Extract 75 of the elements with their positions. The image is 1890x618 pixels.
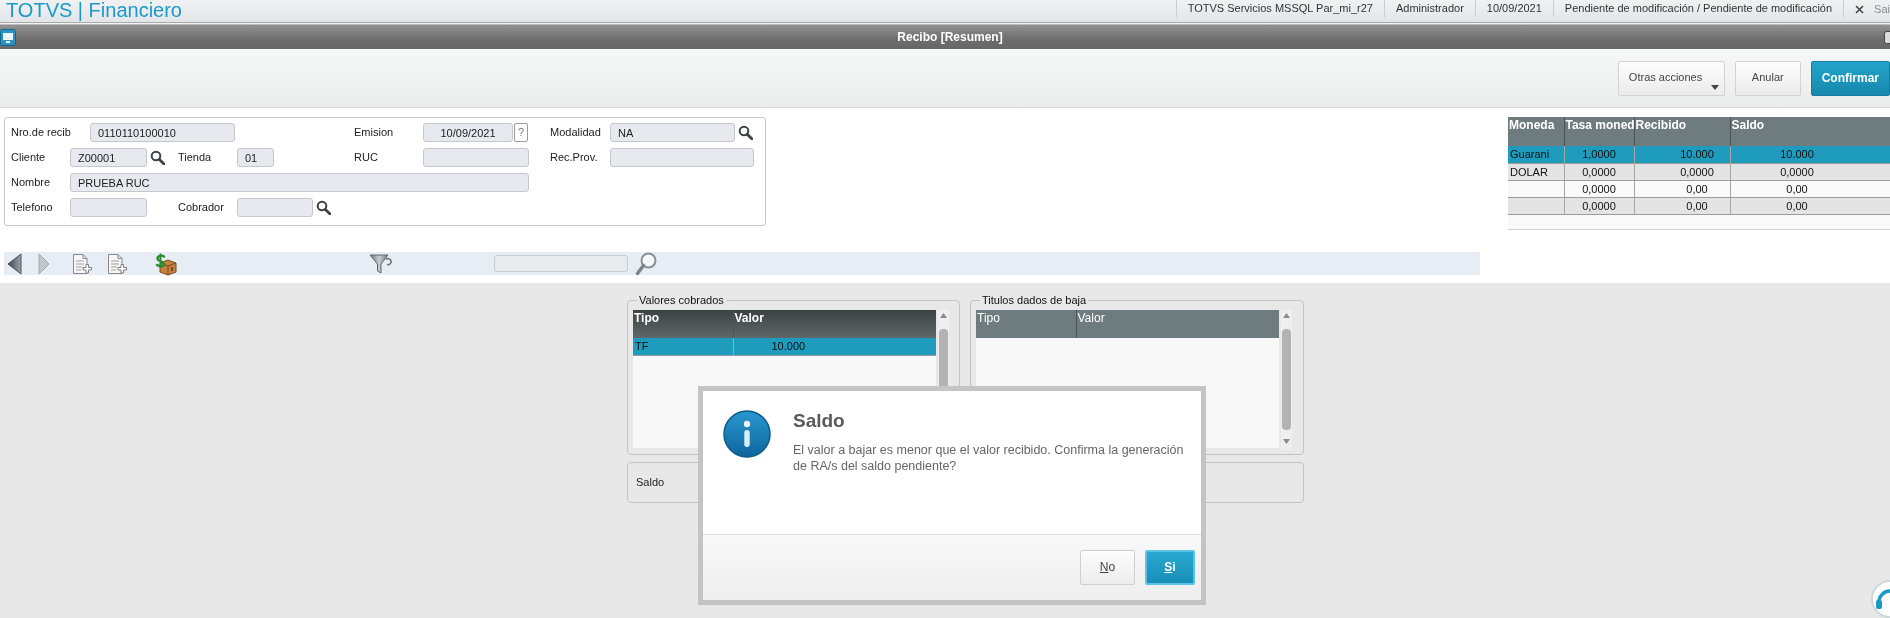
input-field[interactable]: 01 — [237, 148, 274, 167]
table-row[interactable]: TF 10.000 — [633, 338, 936, 355]
table-cell: DOLAR — [1508, 163, 1564, 180]
field-label: Saldo — [636, 475, 665, 490]
help-button[interactable]: ? — [514, 123, 528, 142]
search-icon[interactable] — [150, 150, 165, 165]
table-cell: 10.000 — [1730, 146, 1890, 163]
table-cell: 10.000 — [733, 338, 936, 355]
search-field[interactable] — [494, 255, 628, 272]
field-label: Cobrador — [178, 200, 224, 215]
field-label: Nro.de recib — [11, 125, 71, 140]
table-cell: 0,0000 — [1564, 180, 1634, 197]
table-cell: Guarani — [1508, 146, 1564, 163]
input-field[interactable] — [237, 198, 313, 217]
table-cell: 0,0000 — [1564, 197, 1634, 214]
table-cell: 0,00 — [1730, 180, 1890, 197]
window-title: Recibo [Resumen] — [896, 29, 1004, 45]
field-label: Nombre — [11, 175, 51, 190]
scrollbar-thumb[interactable] — [1282, 329, 1291, 430]
input-field[interactable]: 0110110100010 — [90, 123, 235, 142]
scroll-up-icon[interactable] — [940, 313, 947, 318]
scroll-down-icon[interactable] — [1283, 439, 1290, 444]
document-plus-icon[interactable] — [72, 252, 92, 275]
void-button[interactable]: Anular — [1734, 60, 1801, 96]
table-cell: 0,00 — [1634, 180, 1730, 197]
no-button[interactable]: No — [1080, 550, 1135, 585]
field-label: RUC — [354, 150, 378, 165]
environment-text: TOTVS Servicios MSSQL Par_mi_r27 — [1175, 0, 1384, 17]
table-row[interactable]: Guarani 1,0000 10.000 10.000 — [1508, 146, 1890, 163]
panel-legend: Titulos dados de baja — [980, 293, 1089, 307]
input-field[interactable] — [423, 148, 529, 167]
field-label: Emision — [354, 125, 394, 140]
close-icon — [1855, 4, 1865, 14]
window-control-icon[interactable] — [1884, 30, 1890, 44]
search-icon[interactable] — [316, 200, 331, 215]
app-title: TOTVS | Financiero — [5, 0, 182, 20]
right-arrow-icon[interactable] — [38, 252, 50, 275]
table-cell: 0,0000 — [1564, 163, 1634, 180]
more-actions-button[interactable]: Otras acciones — [1617, 60, 1725, 96]
filter-icon[interactable] — [369, 252, 392, 275]
caret-icon — [1710, 84, 1719, 90]
table-cell: 0,0000 — [1634, 163, 1730, 180]
table-cell: 10.000 — [1634, 146, 1730, 163]
status-text: Pendiente de modificación / Pendiente de modificación — [1552, 0, 1844, 17]
money-box-icon[interactable] — [154, 251, 178, 276]
input-field[interactable]: 10/09/2021 — [423, 123, 513, 142]
table-cell: 0,00 — [1730, 197, 1890, 214]
input-field[interactable] — [70, 198, 147, 217]
scroll-up-icon[interactable] — [1283, 313, 1290, 318]
input-field[interactable]: Z00001 — [70, 148, 147, 167]
window-icon — [0, 28, 16, 46]
input-field[interactable]: PRUEBA RUC — [70, 173, 529, 192]
left-arrow-icon[interactable] — [7, 252, 22, 275]
table-cell: 1,0000 — [1564, 146, 1634, 163]
date-text: 10/09/2021 — [1474, 0, 1553, 17]
input-field[interactable] — [610, 148, 754, 167]
dialog-message: El valor a bajar es menor que el valor recibido. Confirma la generación de RA/s del saldo pendiente? — [793, 442, 1185, 474]
document-plus-icon[interactable] — [107, 252, 127, 275]
user-name: Administrador — [1383, 0, 1475, 17]
dialog-title: Saldo — [793, 410, 846, 432]
panel-legend: Valores cobrados — [637, 293, 726, 307]
field-label: Rec.Prov. — [550, 150, 598, 165]
table-cell: 0,00 — [1634, 197, 1730, 214]
table-cell: 0,0000 — [1730, 163, 1890, 180]
info-icon — [723, 410, 771, 458]
field-label: Cliente — [11, 150, 46, 165]
table-cell: TF — [633, 338, 733, 355]
scrollbar[interactable] — [1281, 310, 1292, 450]
field-label: Tienda — [178, 150, 212, 165]
search-icon[interactable] — [738, 125, 753, 140]
column-header[interactable]: Valor — [1076, 310, 1279, 338]
field-label: Telefono — [11, 200, 53, 215]
input-field[interactable]: NA — [610, 123, 735, 142]
field-label: Modalidad — [550, 125, 601, 140]
column-header[interactable]: Tipo — [976, 310, 1076, 338]
